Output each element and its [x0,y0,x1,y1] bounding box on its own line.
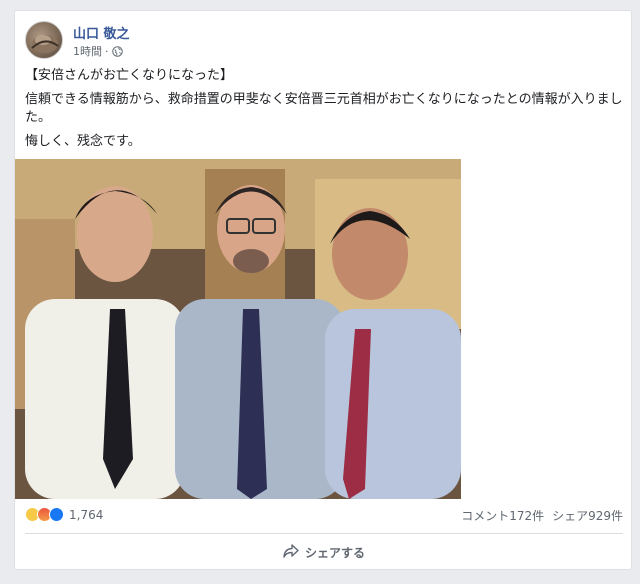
comment-count[interactable]: コメント172件 [461,507,544,524]
post-time[interactable]: 1時間 [73,43,102,59]
author-avatar[interactable] [25,21,63,59]
reaction-count[interactable]: 1,764 [69,508,103,522]
post-body: 信頼できる情報筋から、救命措置の甲斐なく安倍晋三元首相がお亡くなりになったとの情… [25,92,623,125]
share-icon [283,543,299,561]
meta-separator: · [105,44,109,58]
reactions-summary[interactable]: 1,764 [25,507,103,522]
like-reaction-icon [49,507,64,522]
share-button[interactable]: シェアする [273,540,375,565]
divider [25,533,623,534]
globe-icon[interactable] [111,45,123,57]
post-text: 【安倍さんがお亡くなりになった】 信頼できる情報筋から、救命措置の甲斐なく安倍晋… [25,67,623,157]
post-card: 山口 敬之 1時間 · 【安倍さんがお亡くなりになった】 信頼できる情報筋から、… [14,10,632,570]
post-photo[interactable] [15,159,461,499]
post-stats: 1,764 コメント172件 シェア929件 [25,507,623,527]
post-meta: 1時間 · [73,43,123,59]
author-name-link[interactable]: 山口 敬之 [73,23,130,42]
post-headline: 【安倍さんがお亡くなりになった】 [25,68,234,83]
share-count[interactable]: シェア929件 [552,507,623,524]
action-bar: シェアする [25,537,623,567]
post-closing: 悔しく、残念です。 [25,134,141,149]
share-button-label: シェアする [304,545,365,560]
engagement-counts: コメント172件 シェア929件 [461,507,623,524]
